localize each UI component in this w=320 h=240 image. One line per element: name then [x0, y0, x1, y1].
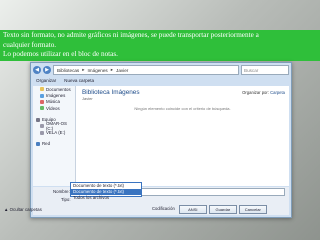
encoding-select[interactable]: ANSI: [178, 205, 207, 214]
sidebar-item[interactable]: Red: [33, 141, 75, 147]
search-placeholder: Buscar: [244, 67, 259, 73]
cancel-button[interactable]: Cancelar: [238, 205, 267, 214]
search-input[interactable]: Buscar: [241, 65, 289, 75]
banner-line-2: cualquier formato.: [3, 40, 57, 49]
library-subtitle: Javier: [82, 96, 93, 101]
empty-message: Ningún elemento coincide con el criterio…: [134, 106, 231, 111]
hide-folders-toggle[interactable]: ▲ Ocultar carpetas: [4, 207, 42, 212]
crumb-2[interactable]: Imágenes: [88, 68, 108, 73]
network-icon: [36, 141, 40, 146]
address-bar: ◀ ▶ Bibliotecas ▸ Imágenes ▸ Javier Busc…: [33, 65, 289, 75]
description-banner: Texto sin formato, no admite gráficos ni…: [0, 30, 320, 61]
save-button[interactable]: Guardar: [208, 205, 237, 214]
images-icon: [40, 93, 44, 98]
dialog-buttons: Codificación ANSI Guardar Cancelar: [152, 205, 267, 214]
sidebar-item[interactable]: Vídeos: [33, 105, 75, 111]
name-label: Nombre:: [53, 189, 70, 194]
documents-icon: [40, 87, 44, 92]
banner-line-3: Lo podemos utilizar en el bloc de notas.: [3, 50, 118, 59]
encoding-label: Codificación: [152, 206, 175, 211]
type-label: Tipo:: [61, 197, 71, 202]
sidebar-item-label: Música: [46, 99, 60, 105]
sidebar-item-label: Vídeos: [46, 105, 60, 111]
organize-by[interactable]: Organizar por: Carpeta: [242, 90, 285, 95]
navigation-pane: Documentos Imágenes Música Vídeos Equipo OMAR…: [33, 86, 76, 186]
banner-line-1: Texto sin formato, no admite gráficos ni…: [3, 31, 259, 39]
crumb-1[interactable]: Bibliotecas: [57, 68, 79, 73]
video-icon: [40, 106, 44, 111]
back-icon[interactable]: ◀: [33, 66, 41, 74]
file-type-dropdown[interactable]: Documento de texto (*.txt) Documento de …: [70, 182, 142, 200]
breadcrumb[interactable]: Bibliotecas ▸ Imágenes ▸ Javier: [53, 65, 239, 75]
organize-button[interactable]: Organizar: [36, 78, 56, 83]
drive-icon: [40, 124, 44, 129]
sidebar-item-label: Imágenes: [46, 93, 66, 99]
forward-icon[interactable]: ▶: [43, 66, 51, 74]
drive-icon: [40, 130, 44, 135]
sidebar-item-label: VELA (E:): [46, 130, 66, 136]
crumb-3[interactable]: Javier: [116, 68, 128, 73]
sidebar-item-label: Red: [42, 141, 51, 147]
toolbar: Organizar Nueva carpeta: [33, 76, 289, 85]
new-folder-button[interactable]: Nueva carpeta: [64, 78, 94, 83]
sidebar-item-label: Documentos: [46, 86, 71, 92]
type-option-all-files[interactable]: Todos los archivos: [71, 195, 141, 201]
file-list[interactable]: Biblioteca Imágenes Javier Organizar por…: [76, 86, 289, 186]
music-icon: [40, 99, 44, 104]
library-title: Biblioteca Imágenes: [82, 89, 140, 96]
computer-icon: [36, 117, 40, 122]
